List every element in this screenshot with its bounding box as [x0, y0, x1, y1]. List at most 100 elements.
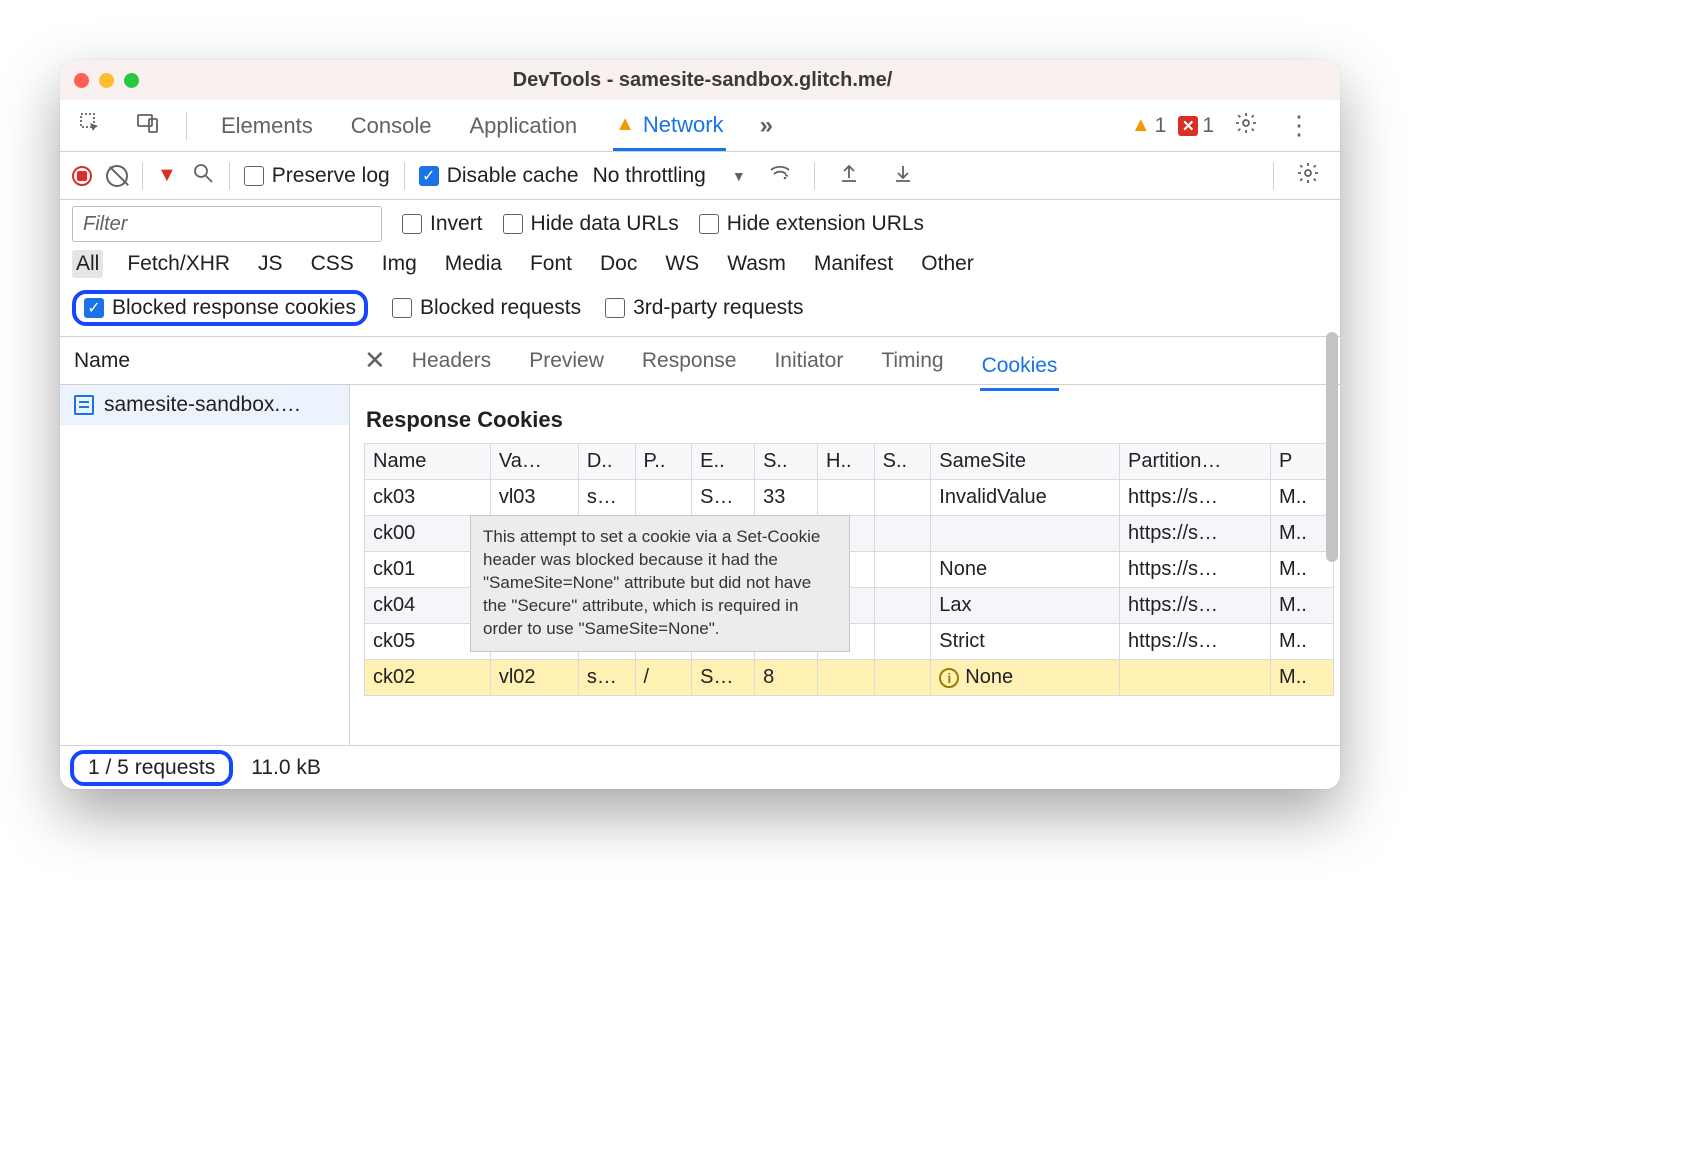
filter-icon[interactable]: ▼ — [157, 164, 177, 187]
type-img[interactable]: Img — [378, 250, 421, 278]
tab-network[interactable]: ▲ Network — [613, 102, 725, 151]
table-cell: vl02 — [490, 660, 578, 696]
col-value[interactable]: Va… — [490, 444, 578, 480]
third-party-label: 3rd-party requests — [633, 296, 803, 320]
type-doc[interactable]: Doc — [596, 250, 641, 278]
type-wasm[interactable]: Wasm — [723, 250, 790, 278]
type-fetchxhr[interactable]: Fetch/XHR — [123, 250, 234, 278]
search-icon[interactable] — [191, 161, 215, 191]
download-icon[interactable] — [883, 157, 923, 195]
chevron-down-icon: ▼ — [732, 168, 746, 184]
kebab-menu-icon[interactable]: ⋮ — [1278, 106, 1320, 145]
clear-button[interactable] — [106, 165, 128, 187]
dtab-initiator[interactable]: Initiator — [772, 339, 845, 383]
tab-console[interactable]: Console — [349, 103, 434, 149]
inspect-icon[interactable] — [70, 107, 110, 145]
col-domain[interactable]: D.. — [578, 444, 635, 480]
dtab-timing[interactable]: Timing — [879, 339, 945, 383]
col-httponly[interactable]: H.. — [818, 444, 875, 480]
issues-warning-badge[interactable]: ▲ 1 — [1131, 114, 1166, 138]
dtab-headers[interactable]: Headers — [410, 339, 493, 383]
throttling-value: No throttling — [593, 164, 706, 188]
checkbox-icon — [503, 214, 523, 234]
dtab-response[interactable]: Response — [640, 339, 739, 383]
maximize-window-button[interactable] — [124, 73, 139, 88]
network-settings-icon[interactable] — [1288, 157, 1328, 195]
table-cell: S… — [692, 480, 755, 516]
tab-elements[interactable]: Elements — [219, 103, 315, 149]
table-cell — [874, 480, 931, 516]
table-row[interactable]: ck03vl03s…S…33InvalidValuehttps://s…M.. — [365, 480, 1334, 516]
invert-checkbox[interactable]: Invert — [402, 212, 483, 236]
col-secure[interactable]: S.. — [874, 444, 931, 480]
col-size[interactable]: S.. — [755, 444, 818, 480]
col-samesite[interactable]: SameSite — [931, 444, 1120, 480]
table-cell: vl03 — [490, 480, 578, 516]
window-title: DevTools - samesite-sandbox.glitch.me/ — [139, 69, 1266, 92]
extra-filters-row: ✓ Blocked response cookies Blocked reque… — [60, 284, 1340, 337]
table-cell: s… — [578, 660, 635, 696]
table-row[interactable]: ck02vl02s…/S…8iNoneM.. — [365, 660, 1334, 696]
document-icon — [74, 395, 94, 415]
record-button[interactable] — [72, 166, 92, 186]
type-ws[interactable]: WS — [661, 250, 703, 278]
table-cell: https://s… — [1120, 624, 1271, 660]
name-column-header[interactable]: Name — [60, 349, 350, 373]
preserve-log-label: Preserve log — [272, 164, 390, 188]
blocked-requests-checkbox[interactable]: Blocked requests — [392, 296, 581, 320]
divider — [229, 162, 230, 190]
close-window-button[interactable] — [74, 73, 89, 88]
col-partition[interactable]: Partition… — [1120, 444, 1271, 480]
request-row[interactable]: samesite-sandbox.… — [60, 385, 349, 425]
type-other[interactable]: Other — [917, 250, 978, 278]
window-controls — [74, 73, 139, 88]
hide-extension-urls-checkbox[interactable]: Hide extension URLs — [699, 212, 924, 236]
error-count: 1 — [1202, 114, 1214, 138]
table-cell — [874, 588, 931, 624]
type-all[interactable]: All — [72, 250, 103, 278]
dtab-cookies[interactable]: Cookies — [980, 344, 1060, 391]
preserve-log-checkbox[interactable]: Preserve log — [244, 164, 390, 188]
blocked-response-cookies-checkbox[interactable]: ✓ Blocked response cookies — [72, 290, 368, 326]
third-party-requests-checkbox[interactable]: 3rd-party requests — [605, 296, 803, 320]
col-name[interactable]: Name — [365, 444, 491, 480]
titlebar: DevTools - samesite-sandbox.glitch.me/ — [60, 60, 1340, 100]
requests-count: 1 / 5 requests — [70, 750, 233, 786]
checkbox-icon — [392, 298, 412, 318]
disable-cache-label: Disable cache — [447, 164, 579, 188]
checkbox-icon — [699, 214, 719, 234]
divider — [814, 162, 815, 190]
cookie-blocked-tooltip: This attempt to set a cookie via a Set-C… — [470, 515, 850, 652]
divider — [186, 112, 187, 140]
type-js[interactable]: JS — [254, 250, 287, 278]
close-details-button[interactable]: ✕ — [350, 345, 400, 376]
type-css[interactable]: CSS — [307, 250, 358, 278]
type-manifest[interactable]: Manifest — [810, 250, 897, 278]
col-expires[interactable]: E.. — [692, 444, 755, 480]
type-font[interactable]: Font — [526, 250, 576, 278]
scrollbar[interactable] — [1324, 102, 1340, 789]
scrollbar-thumb[interactable] — [1326, 332, 1338, 562]
more-tabs-button[interactable]: » — [760, 112, 769, 140]
transfer-size: 11.0 kB — [251, 756, 321, 780]
upload-icon[interactable] — [829, 157, 869, 195]
disable-cache-checkbox[interactable]: ✓ Disable cache — [419, 164, 579, 188]
filter-input[interactable]: Filter — [72, 206, 382, 242]
device-toolbar-icon[interactable] — [128, 107, 168, 145]
dtab-preview[interactable]: Preview — [527, 339, 606, 383]
hide-data-urls-checkbox[interactable]: Hide data URLs — [503, 212, 679, 236]
tab-application[interactable]: Application — [467, 103, 579, 149]
type-media[interactable]: Media — [441, 250, 506, 278]
col-path[interactable]: P.. — [635, 444, 692, 480]
panel-tabs: Elements Console Application ▲ Network » — [219, 102, 1127, 150]
minimize-window-button[interactable] — [99, 73, 114, 88]
network-conditions-icon[interactable] — [760, 157, 800, 195]
settings-icon[interactable] — [1226, 107, 1266, 145]
table-cell — [1120, 660, 1271, 696]
network-toolbar: ▼ Preserve log ✓ Disable cache No thrott… — [60, 152, 1340, 200]
throttling-select[interactable]: No throttling ▼ — [593, 164, 746, 188]
table-cell: https://s… — [1120, 480, 1271, 516]
table-cell — [874, 552, 931, 588]
issues-error-badge[interactable]: ✕ 1 — [1178, 114, 1214, 138]
table-header-row: Name Va… D.. P.. E.. S.. H.. S.. SameSit… — [365, 444, 1334, 480]
